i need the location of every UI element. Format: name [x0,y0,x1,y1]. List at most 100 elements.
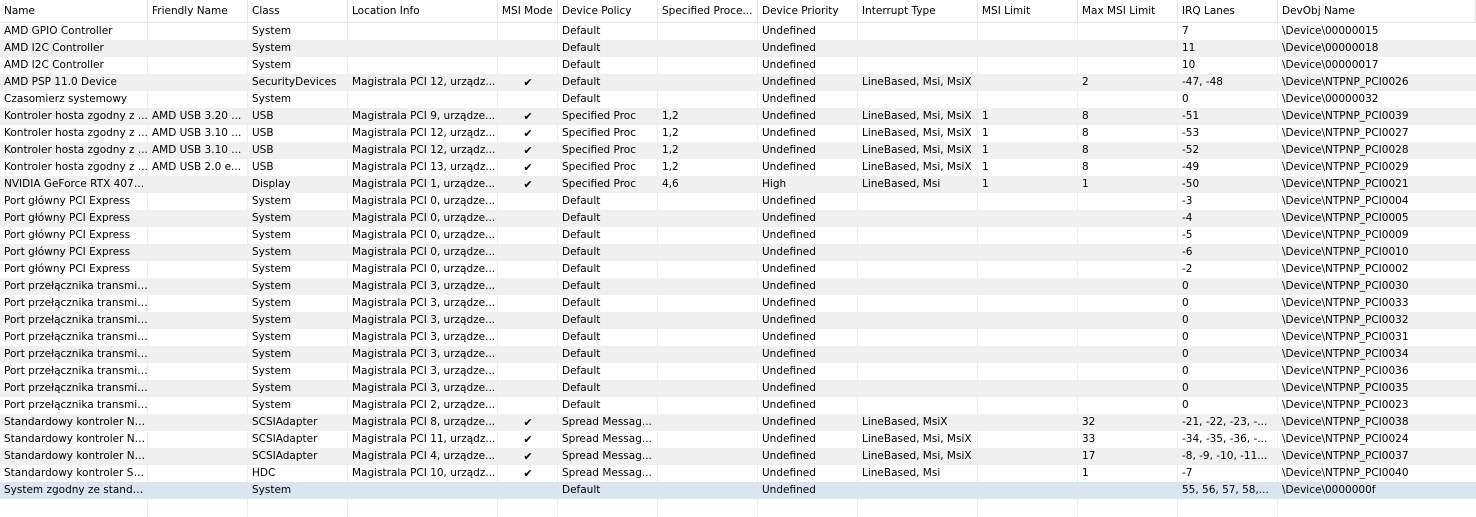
table-row[interactable]: Port główny PCI Express System Magistrala … [0,210,1476,227]
column-header-class[interactable]: Class [248,0,348,22]
cell-irq: 55, 56, 57, 58,... [1182,484,1269,496]
column-header-policy[interactable]: Device Policy [558,0,658,22]
checkmark-icon: ✔ [523,110,533,123]
table-row[interactable]: Port główny PCI Express System Magistrala … [0,227,1476,244]
cell-msi-mode [498,295,558,312]
device-list-table[interactable]: Name Friendly Name Class Location Info MSI M… [0,0,1476,517]
cell-msi-mode [498,329,558,346]
cell-name: Standardowy kontroler NV... [4,450,148,462]
column-header-max-msi[interactable]: Max MSI Limit [1078,0,1178,22]
table-row[interactable]: Kontroler hosta zgodny z ... AMD USB 3.20… [0,108,1476,125]
column-header-location[interactable]: Location Info [348,0,498,22]
cell-priority: Undefined [762,331,816,343]
cell-irq: -8, -9, -10, -11... [1182,450,1268,462]
cell-class: System [252,297,292,309]
cell-friendly: AMD USB 3.10 ... [152,144,242,156]
cell-class: System [252,314,292,326]
table-row[interactable]: AMD I2C Controller System Default Undefined… [0,57,1476,74]
table-row[interactable]: Port przełącznika transmisj... System Magi… [0,312,1476,329]
table-row[interactable]: Standardowy kontroler SA... HDC Magistrala… [0,465,1476,482]
cell-procs [658,91,758,108]
cell-friendly [148,23,248,40]
cell-name: Standardowy kontroler SA... [4,467,148,479]
table-row[interactable]: Port przełącznika transmisj... System Magi… [0,397,1476,414]
cell-class: System [252,229,292,241]
table-row[interactable]: AMD GPIO Controller System Default Undefine… [0,23,1476,40]
cell-procs [658,193,758,210]
table-row[interactable]: AMD PSP 11.0 Device SecurityDevices Magist… [0,74,1476,91]
table-row[interactable]: Port przełącznika transmisj... System Magi… [0,363,1476,380]
cell-msi-mode [498,482,558,499]
checkmark-icon: ✔ [523,467,533,480]
cell-devobj: \Device\NTPNP_PCI0002 [1282,263,1409,275]
table-row[interactable]: Standardowy kontroler NV... SCSIAdapter Ma… [0,448,1476,465]
cell-devobj: \Device\NTPNP_PCI0031 [1282,331,1409,343]
cell-devobj: \Device\NTPNP_PCI0039 [1282,110,1409,122]
column-header-msi[interactable]: MSI Mode [498,0,558,22]
table-row[interactable]: Port przełącznika transmisj... System Magi… [0,380,1476,397]
table-row[interactable]: Kontroler hosta zgodny z ... AMD USB 3.10… [0,125,1476,142]
cell-msi-limit [978,482,1078,499]
cell-policy: Specified Proc [562,161,636,173]
cell-interrupt [858,227,978,244]
cell-priority: Undefined [762,59,816,71]
table-row[interactable]: Czasomierz systemowy System Default Undefin… [0,91,1476,108]
table-row[interactable]: Port główny PCI Express System Magistrala … [0,193,1476,210]
cell-priority: Undefined [762,365,816,377]
cell-irq: -6 [1182,246,1193,258]
table-row[interactable]: Standardowy kontroler NV... SCSIAdapter Ma… [0,414,1476,431]
column-header-msi-limit[interactable]: MSI Limit [978,0,1078,22]
cell-location [348,482,498,499]
cell-location [348,40,498,57]
cell-msi-limit [978,23,1078,40]
cell-msi-mode [498,312,558,329]
column-header-devobj[interactable]: DevObj Name [1278,0,1476,22]
table-row[interactable]: Kontroler hosta zgodny z ... AMD USB 2.0 … [0,159,1476,176]
cell-name: NVIDIA GeForce RTX 4070... [4,178,148,190]
column-header-friendly[interactable]: Friendly Name [148,0,248,22]
table-row[interactable]: Port przełącznika transmisj... System Magi… [0,346,1476,363]
cell-friendly: AMD USB 2.0 e... [152,161,242,173]
cell-name: Port główny PCI Express [4,246,131,258]
table-row[interactable]: AMD I2C Controller System Default Undefined… [0,40,1476,57]
cell-class: System [252,331,292,343]
cell-max-msi [1078,57,1178,74]
table-row[interactable]: NVIDIA GeForce RTX 4070... Display Magistr… [0,176,1476,193]
cell-msi-limit [978,380,1078,397]
cell-devobj: \Device\NTPNP_PCI0036 [1282,365,1409,377]
cell-procs [658,346,758,363]
cell-priority: Undefined [762,450,816,462]
cell-max-msi: 32 [1082,416,1096,428]
cell-procs [658,295,758,312]
column-header-priority[interactable]: Device Priority [758,0,858,22]
cell-location: Magistrala PCI 3, urządze... [352,365,496,377]
table-row[interactable]: Port przełącznika transmisj... System Magi… [0,278,1476,295]
cell-friendly [148,244,248,261]
cell-location: Magistrala PCI 11, urządz... [352,433,496,445]
table-row[interactable]: Port przełącznika transmisj... System Magi… [0,295,1476,312]
column-header-interrupt[interactable]: Interrupt Type [858,0,978,22]
cell-priority: Undefined [762,246,816,258]
cell-friendly [148,465,248,482]
table-row[interactable]: Port główny PCI Express System Magistrala … [0,261,1476,278]
table-row[interactable]: Port przełącznika transmisj... System Magi… [0,329,1476,346]
cell-friendly [148,210,248,227]
table-row[interactable]: Port główny PCI Express System Magistrala … [0,244,1476,261]
column-header-procs[interactable]: Specified Proce... [658,0,758,22]
table-row[interactable]: Standardowy kontroler NV... SCSIAdapter Ma… [0,431,1476,448]
cell-class: System [252,348,292,360]
cell-friendly [148,295,248,312]
cell-msi-limit [978,210,1078,227]
cell-procs [658,380,758,397]
cell-interrupt [858,23,978,40]
cell-devobj: \Device\NTPNP_PCI0032 [1282,314,1409,326]
cell-msi-limit [978,363,1078,380]
cell-policy: Default [562,365,601,377]
cell-location: Magistrala PCI 13, urządz... [352,161,496,173]
checkmark-icon: ✔ [523,127,533,140]
checkmark-icon: ✔ [523,433,533,446]
table-row[interactable]: Kontroler hosta zgodny z ... AMD USB 3.10… [0,142,1476,159]
column-header-irq[interactable]: IRQ Lanes [1178,0,1278,22]
table-row-selected[interactable]: System zgodny ze standar... System Default… [0,482,1476,499]
cell-procs [658,261,758,278]
